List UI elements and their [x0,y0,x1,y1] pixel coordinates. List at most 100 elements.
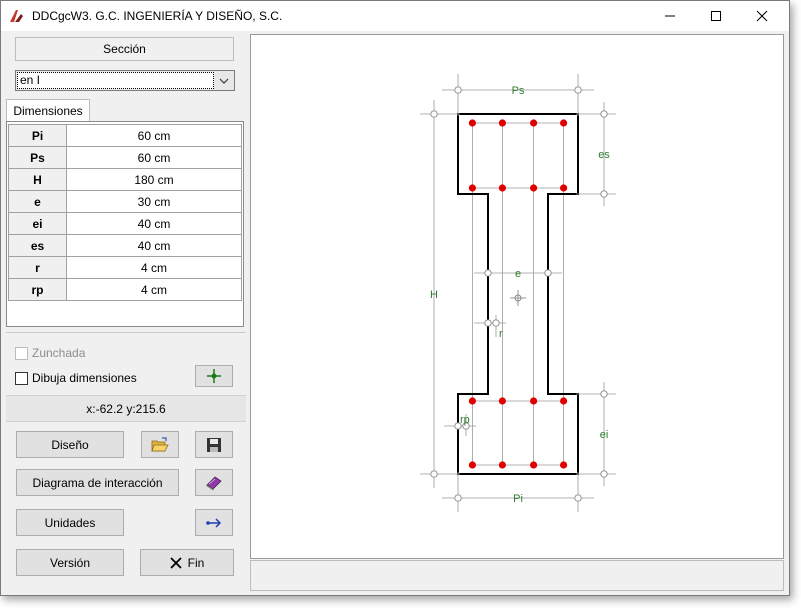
table-row: e 30 cm [8,190,242,213]
drawing-canvas[interactable]: Ps Pi Hes ei e r rp [250,34,784,559]
rebar-dot [498,184,506,192]
dim-value[interactable]: 40 cm [66,234,242,257]
close-window-button[interactable] [739,1,785,31]
rebar-dot [468,184,476,192]
maximize-icon [711,11,721,21]
dimensions-table: Pi 60 cm Ps 60 cm H 180 cm e 30 cm ei 40 cm e… [8,124,242,301]
chevron-down-icon[interactable] [214,71,234,90]
close-x-icon [170,556,182,569]
open-button[interactable] [141,431,179,458]
dim-label-ps: Ps [512,85,525,97]
dimension-node [574,494,582,502]
crosshair-button[interactable] [195,365,233,387]
dimension-node [600,190,608,198]
section-type-select[interactable]: en I [15,70,235,91]
dim-label-pi: Pi [513,493,523,505]
units-button[interactable] [195,509,233,536]
dim-name: ei [8,212,67,235]
fin-button[interactable]: Fin [140,549,234,576]
version-button[interactable]: Versión [16,549,124,576]
dim-label-h: H [430,289,438,301]
table-row: Pi 60 cm [8,124,242,147]
dibuja-checkbox-row[interactable]: Dibuja dimensiones [15,371,137,385]
section-type-value: en I [17,72,214,89]
coordinates-readout: x:-62.2 y:215.6 [6,395,246,422]
dibuja-dimensiones-label: Dibuja dimensiones [32,371,137,385]
floppy-disk-icon [207,437,221,452]
dimension-node [484,269,492,277]
zunchada-label: Zunchada [32,346,86,360]
dim-value[interactable]: 180 cm [66,168,242,191]
rebar-dot [498,397,506,405]
book-button[interactable] [195,469,233,496]
dimension-node [430,470,438,478]
rebar-dot [560,184,568,192]
rebar-dot [498,461,506,469]
dim-value[interactable]: 4 cm [66,278,242,301]
status-bar [250,560,784,591]
dimension-node [454,494,462,502]
diseno-button[interactable]: Diseño [16,431,124,458]
dim-label-ei: ei [600,429,609,441]
dimension-node [454,86,462,94]
dimension-node [544,269,552,277]
dim-value[interactable]: 30 cm [66,190,242,213]
table-row: ei 40 cm [8,212,242,235]
dim-name: e [8,190,67,213]
dim-value[interactable]: 60 cm [66,146,242,169]
dibuja-dimensiones-checkbox[interactable] [15,371,28,385]
table-row: H 180 cm [8,168,242,191]
window-title: DDCgcW3. G.C. INGENIERÍA Y DISEÑO, S.C. [32,9,283,23]
dimension-node [574,86,582,94]
dimensions-grid: Pi 60 cm Ps 60 cm H 180 cm e 30 cm ei 40 cm e… [6,121,244,327]
diagrama-interaccion-button[interactable]: Diagrama de interacción [16,469,179,496]
table-row: r4 cm [8,256,242,279]
close-icon [756,10,768,22]
section-drawing: Ps Pi Hes ei e r rp [420,74,616,512]
rebar-dot [468,397,476,405]
dim-value[interactable]: 40 cm [66,212,242,235]
rebar-dot [498,119,506,127]
dim-label-r: r [499,328,503,340]
tab-dimensiones[interactable]: Dimensiones [6,99,90,121]
crosshair-icon [207,369,221,383]
dim-name: Pi [8,124,67,147]
dim-name: H [8,168,67,191]
rebar-dot [468,461,476,469]
dimension-node [484,319,492,327]
zunchada-checkbox-row[interactable]: Zunchada [15,346,85,360]
maximize-button[interactable] [693,1,739,31]
dim-label-rp: rp [460,414,470,426]
dim-label-e: e [515,268,521,280]
rebar-dot [530,119,538,127]
dim-value[interactable]: 4 cm [66,256,242,279]
title-bar[interactable]: DDCgcW3. G.C. INGENIERÍA Y DISEÑO, S.C. [1,1,789,31]
unidades-button[interactable]: Unidades [16,509,124,536]
zunchada-checkbox[interactable] [15,346,28,360]
save-button[interactable] [195,431,233,458]
dimension-node [600,110,608,118]
app-window: DDCgcW3. G.C. INGENIERÍA Y DISEÑO, S.C. … [0,0,790,596]
dimension-node [492,319,500,327]
fin-label: Fin [187,555,205,570]
dimension-node [430,110,438,118]
book-icon [206,475,222,491]
dim-label-es: es [598,149,610,161]
app-logo-icon [10,10,23,22]
minimize-button[interactable] [647,1,693,31]
rebar-dot [468,119,476,127]
rebar-dot [560,119,568,127]
dim-name: r [8,256,67,279]
table-row: Ps 60 cm [8,146,242,169]
section-label: Sección [15,37,234,61]
rebar-dot [530,184,538,192]
folder-open-icon [151,436,169,451]
dim-value[interactable]: 60 cm [66,124,242,147]
table-row: rp 4 cm [8,278,242,301]
dim-name: Ps [8,146,67,169]
minimize-icon [665,15,675,17]
arrow-swap-icon [206,517,222,528]
divider [6,332,246,333]
dimension-node [600,470,608,478]
rebar-dot [560,397,568,405]
